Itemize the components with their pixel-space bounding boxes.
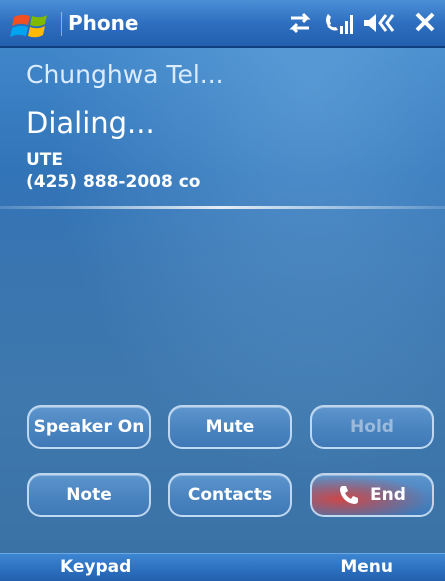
title-bar: Phone — [0, 0, 445, 48]
contact-name: UTE — [26, 150, 64, 170]
windows-start-icon[interactable] — [10, 7, 58, 41]
carrier-name: Chunghwa Tel... — [26, 60, 224, 89]
contacts-label: Contacts — [187, 485, 273, 505]
end-call-button[interactable]: End — [310, 473, 434, 517]
contacts-button[interactable]: Contacts — [168, 473, 292, 517]
title-separator — [61, 12, 62, 36]
volume-icon[interactable] — [362, 10, 396, 36]
end-label: End — [370, 485, 406, 505]
menu-softkey[interactable]: Menu — [340, 557, 393, 577]
close-icon[interactable] — [411, 8, 439, 36]
mute-button[interactable]: Mute — [168, 405, 292, 449]
connectivity-icon[interactable] — [285, 10, 315, 36]
hold-button[interactable]: Hold — [310, 405, 434, 449]
note-label: Note — [66, 485, 112, 505]
call-area: Chunghwa Tel... Dialing... UTE (425) 888… — [0, 48, 445, 553]
mute-label: Mute — [205, 417, 255, 437]
info-divider — [0, 206, 445, 209]
keypad-softkey[interactable]: Keypad — [60, 557, 131, 577]
signal-icon[interactable] — [322, 10, 354, 36]
call-info-panel: Chunghwa Tel... Dialing... UTE (425) 888… — [0, 48, 445, 206]
contact-number: (425) 888-2008 co — [26, 172, 201, 192]
speaker-on-label: Speaker On — [33, 417, 145, 437]
phone-icon — [338, 484, 360, 506]
softkey-bar: Keypad Menu — [0, 553, 445, 581]
hold-label: Hold — [350, 417, 394, 437]
speaker-on-button[interactable]: Speaker On — [27, 405, 151, 449]
app-title: Phone — [68, 11, 139, 35]
call-status: Dialing... — [26, 106, 155, 140]
note-button[interactable]: Note — [27, 473, 151, 517]
